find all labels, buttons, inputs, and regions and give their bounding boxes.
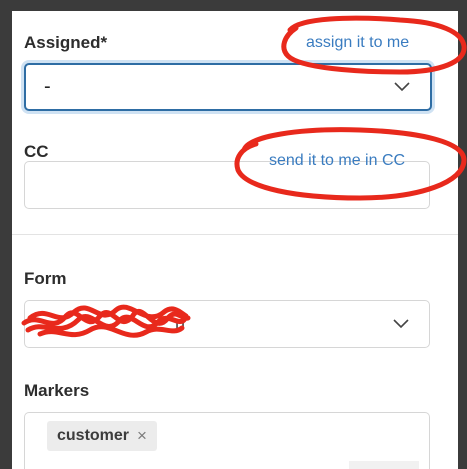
redaction-scribble — [21, 304, 191, 338]
screenshot-stage: Assigned* assign it to me - CC send it t… — [0, 0, 467, 469]
